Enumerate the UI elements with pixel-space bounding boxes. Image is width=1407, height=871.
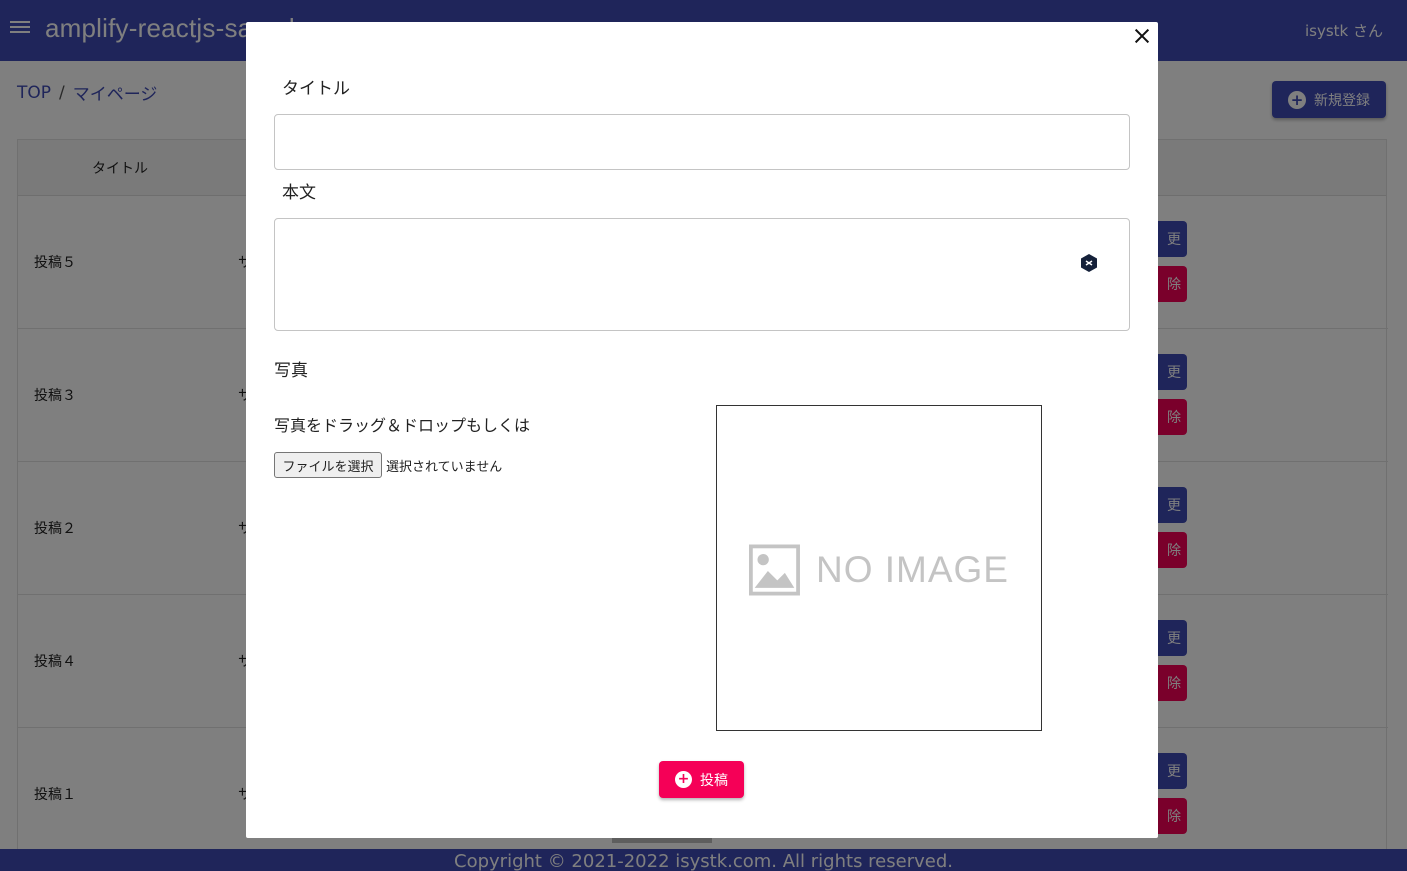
post-modal: タイトル 本文 写真 写真をドラッグ＆ドロップもしくは ファイルを選択 選択され…: [246, 22, 1158, 838]
title-label: タイトル: [282, 79, 350, 99]
photo-label: 写真: [274, 361, 308, 381]
body-textarea[interactable]: [274, 218, 1130, 331]
title-input[interactable]: [274, 114, 1130, 170]
submit-post-button[interactable]: + 投稿: [659, 761, 744, 798]
add-circle-icon: +: [675, 771, 692, 788]
close-icon[interactable]: [1130, 24, 1154, 48]
image-icon: [749, 544, 800, 596]
drop-zone-text[interactable]: 写真をドラッグ＆ドロップもしくは: [274, 412, 530, 436]
choose-file-button[interactable]: ファイルを選択: [274, 452, 382, 478]
body-label: 本文: [282, 183, 316, 203]
no-image-text: NO IMAGE: [815, 549, 1009, 590]
no-image-placeholder: NO IMAGE: [749, 542, 1009, 598]
grammar-check-icon[interactable]: [1081, 254, 1097, 272]
submit-post-label: 投稿: [700, 772, 728, 789]
image-preview: NO IMAGE: [716, 405, 1042, 731]
file-status-text: 選択されていません: [386, 460, 503, 475]
